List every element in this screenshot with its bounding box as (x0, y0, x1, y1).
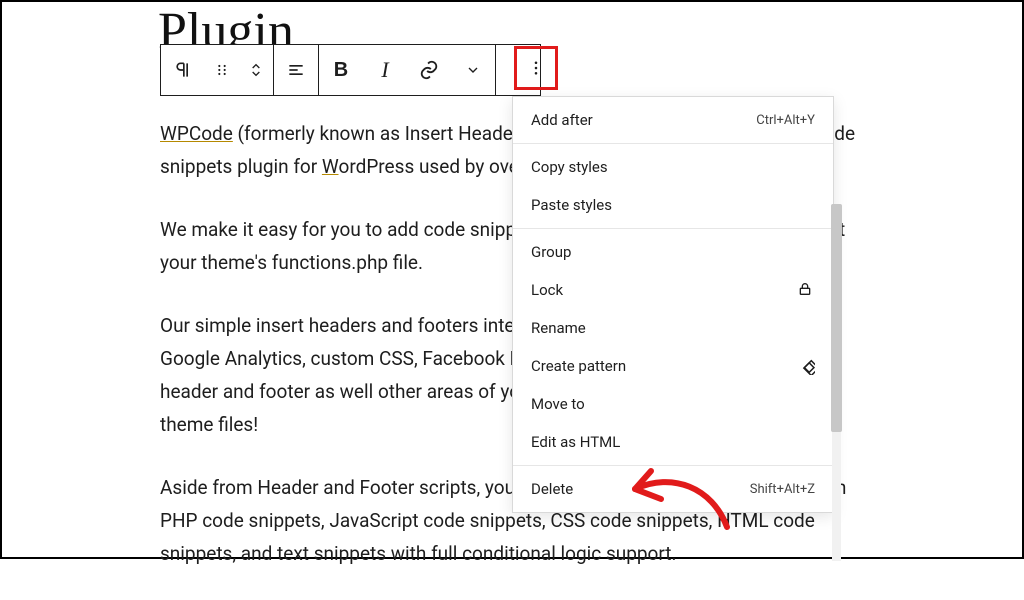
drag-handle-icon[interactable] (205, 46, 239, 94)
menu-item-create-pattern[interactable]: Create pattern (513, 347, 833, 385)
diamond-icon (797, 357, 815, 375)
menu-scrollbar[interactable] (832, 204, 841, 561)
bold-button[interactable]: B (319, 46, 363, 94)
menu-item-edit-as-html[interactable]: Edit as HTML (513, 423, 833, 461)
chevron-down-icon[interactable] (451, 46, 495, 94)
move-up-down-icon[interactable] (239, 46, 273, 94)
menu-item-copy-styles[interactable]: Copy styles (513, 148, 833, 186)
menu-item-lock[interactable]: Lock (513, 271, 833, 309)
block-options-menu: Add after Ctrl+Alt+Y Copy styles Paste s… (512, 96, 834, 513)
italic-button[interactable]: I (363, 46, 407, 94)
menu-item-group[interactable]: Group (513, 233, 833, 271)
block-toolbar: B I (160, 44, 541, 96)
link-icon[interactable] (407, 46, 451, 94)
scrollbar-thumb[interactable] (831, 204, 842, 432)
menu-item-delete[interactable]: Delete Shift+Alt+Z (513, 470, 833, 508)
menu-item-paste-styles[interactable]: Paste styles (513, 186, 833, 224)
menu-item-move-to[interactable]: Move to (513, 385, 833, 423)
lock-icon (797, 281, 815, 299)
menu-item-add-after[interactable]: Add after Ctrl+Alt+Y (513, 101, 833, 139)
align-left-icon[interactable] (274, 46, 318, 94)
paragraph-icon[interactable] (161, 46, 205, 94)
menu-item-rename[interactable]: Rename (513, 309, 833, 347)
screenshot-frame: Plugin B I (0, 0, 1024, 559)
more-options-button[interactable] (514, 46, 558, 90)
link-wpcode[interactable]: WPCode (160, 122, 233, 145)
